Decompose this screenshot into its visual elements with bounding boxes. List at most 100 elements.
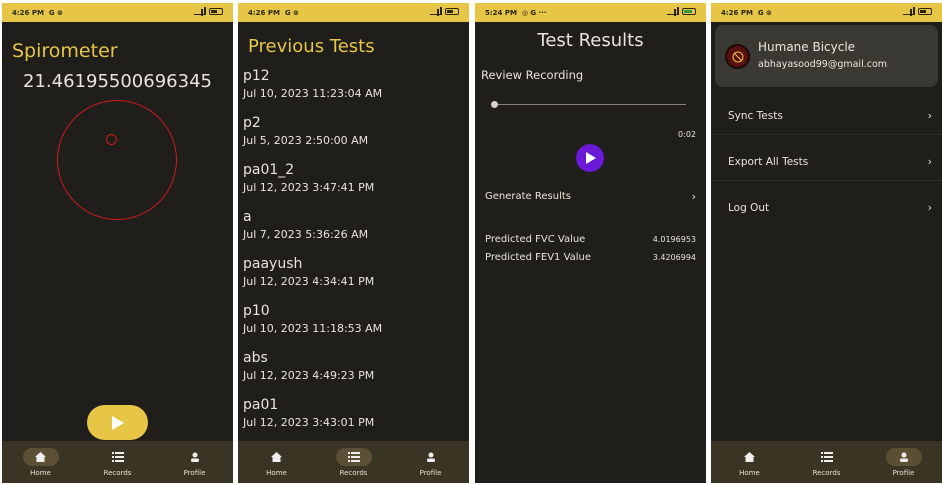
status-time: 4:26 PM bbox=[721, 8, 753, 17]
play-icon bbox=[585, 152, 596, 164]
nav-records-label: Records bbox=[103, 468, 132, 477]
test-name: abs bbox=[243, 350, 268, 366]
list-item[interactable]: paayush Jul 12, 2023 4:34:41 PM bbox=[243, 256, 382, 303]
test-date: Jul 12, 2023 4:49:23 PM bbox=[243, 369, 375, 382]
list-item[interactable]: abs Jul 12, 2023 4:49:23 PM bbox=[243, 350, 382, 397]
signal-icon bbox=[194, 7, 206, 15]
status-time: 4:26 PM bbox=[12, 8, 44, 17]
test-name: pa01 bbox=[243, 397, 279, 413]
nav-records-label: Records bbox=[812, 468, 841, 477]
test-name: p2 bbox=[243, 115, 261, 131]
profile-card: Humane Bicycle abhayasood99@gmail.com bbox=[715, 25, 938, 87]
list-icon bbox=[111, 451, 124, 462]
records-screen: 4:26 PM G ⊚ Previous Tests p12 Jul 10, 20… bbox=[238, 3, 469, 483]
menu-item-sync-tests[interactable]: Sync Tests › bbox=[728, 109, 932, 122]
nav-records-label: Records bbox=[339, 468, 368, 477]
status-bar: 5:24 PM ◎ G ··· bbox=[475, 3, 706, 22]
spirometer-reading: 21.46195500696345 bbox=[23, 71, 212, 92]
fev1-row: Predicted FEV1 Value 3.4206994 bbox=[485, 252, 696, 263]
page-title: Spirometer bbox=[12, 40, 118, 62]
home-icon bbox=[271, 451, 282, 462]
list-item[interactable]: p2 Jul 5, 2023 2:50:00 AM bbox=[243, 115, 382, 162]
nav-home-label: Home bbox=[739, 468, 760, 477]
nav-profile[interactable]: Profile bbox=[874, 447, 934, 477]
indicator-dot bbox=[106, 134, 117, 145]
test-name: a bbox=[243, 209, 252, 225]
list-item[interactable]: p12 Jul 10, 2023 11:23:04 AM bbox=[243, 68, 382, 115]
status-time: 4:26 PM bbox=[248, 8, 280, 17]
fvc-value: 4.0196953 bbox=[652, 235, 696, 244]
nav-records[interactable]: Records bbox=[324, 447, 384, 477]
battery-icon bbox=[682, 8, 696, 15]
results-screen: 5:24 PM ◎ G ··· Test Results Review Reco… bbox=[475, 3, 706, 483]
play-recording-button[interactable] bbox=[576, 144, 604, 172]
home-icon bbox=[744, 451, 755, 462]
nav-profile[interactable]: Profile bbox=[401, 448, 461, 477]
start-test-button[interactable] bbox=[87, 405, 148, 440]
nav-profile-label: Profile bbox=[419, 468, 442, 477]
signal-icon bbox=[667, 7, 679, 15]
target-circle bbox=[57, 100, 177, 220]
status-icons: G ⊚ bbox=[48, 8, 63, 17]
nav-home[interactable]: Home bbox=[720, 448, 780, 477]
status-icons: ◎ G ··· bbox=[521, 8, 547, 17]
test-name: p12 bbox=[243, 68, 270, 84]
avatar bbox=[725, 44, 750, 69]
test-name: p10 bbox=[243, 303, 270, 319]
list-item[interactable]: a Jul 7, 2023 5:36:26 AM bbox=[243, 209, 382, 256]
test-name: pa01_2 bbox=[243, 162, 295, 178]
battery-icon bbox=[918, 8, 932, 15]
review-recording-label: Review Recording bbox=[481, 68, 584, 82]
playback-slider[interactable] bbox=[494, 104, 686, 105]
page-title: Previous Tests bbox=[248, 36, 375, 57]
menu-item-label: Sync Tests bbox=[728, 109, 783, 122]
divider bbox=[711, 134, 942, 135]
test-name: paayush bbox=[243, 256, 303, 272]
test-list: p12 Jul 10, 2023 11:23:04 AM p2 Jul 5, 202… bbox=[243, 68, 382, 444]
profile-name: Humane Bicycle bbox=[758, 40, 856, 54]
home-icon bbox=[35, 451, 46, 462]
status-icons: G ⊚ bbox=[757, 8, 772, 17]
nav-home[interactable]: Home bbox=[247, 448, 307, 477]
chevron-right-icon: › bbox=[927, 109, 932, 122]
bottom-nav: Home Records Profile bbox=[711, 441, 942, 483]
fev1-label: Predicted FEV1 Value bbox=[485, 252, 592, 263]
menu-item-label: Log Out bbox=[728, 201, 770, 214]
test-date: Jul 10, 2023 11:18:53 AM bbox=[243, 322, 383, 335]
home-screen: 4:26 PM G ⊚ Spirometer 21.46195500696345… bbox=[2, 3, 233, 483]
test-date: Jul 12, 2023 3:43:01 PM bbox=[243, 416, 375, 429]
profile-screen: 4:26 PM G ⊚ Humane Bicycle abhayasood99@… bbox=[711, 3, 942, 483]
bottom-nav: Home Records Profile bbox=[2, 441, 233, 483]
play-icon bbox=[111, 415, 124, 430]
battery-icon bbox=[445, 8, 459, 15]
signal-icon bbox=[903, 7, 915, 15]
list-item[interactable]: p10 Jul 10, 2023 11:18:53 AM bbox=[243, 303, 382, 350]
page-title: Test Results bbox=[537, 30, 644, 51]
list-item[interactable]: pa01 Jul 12, 2023 3:43:01 PM bbox=[243, 397, 382, 444]
menu-item-export-all-tests[interactable]: Export All Tests › bbox=[728, 155, 932, 168]
test-date: Jul 12, 2023 3:47:41 PM bbox=[243, 181, 375, 194]
menu-item-log-out[interactable]: Log Out › bbox=[728, 201, 932, 214]
list-icon bbox=[820, 451, 833, 462]
bottom-nav: Home Records Profile bbox=[238, 441, 469, 483]
status-time: 5:24 PM bbox=[485, 8, 517, 17]
duration-label: 0:02 bbox=[678, 130, 696, 139]
nav-profile-label: Profile bbox=[183, 468, 206, 477]
nav-records[interactable]: Records bbox=[88, 448, 148, 477]
nav-profile[interactable]: Profile bbox=[165, 448, 225, 477]
playback-slider-thumb[interactable] bbox=[491, 101, 498, 108]
list-item[interactable]: pa01_2 Jul 12, 2023 3:47:41 PM bbox=[243, 162, 382, 209]
generate-results-label: Generate Results bbox=[485, 191, 571, 202]
chevron-right-icon: › bbox=[927, 201, 932, 214]
generate-results-row[interactable]: Generate Results › bbox=[485, 190, 696, 203]
nav-records[interactable]: Records bbox=[797, 448, 857, 477]
status-bar: 4:26 PM G ⊚ bbox=[711, 3, 942, 22]
status-bar: 4:26 PM G ⊚ bbox=[238, 3, 469, 22]
nav-home-label: Home bbox=[30, 468, 51, 477]
fvc-row: Predicted FVC Value 4.0196953 bbox=[485, 234, 696, 245]
test-date: Jul 7, 2023 5:36:26 AM bbox=[243, 228, 369, 241]
test-date: Jul 12, 2023 4:34:41 PM bbox=[243, 275, 375, 288]
person-icon bbox=[899, 452, 908, 462]
nav-home[interactable]: Home bbox=[11, 447, 71, 477]
signal-icon bbox=[430, 7, 442, 15]
